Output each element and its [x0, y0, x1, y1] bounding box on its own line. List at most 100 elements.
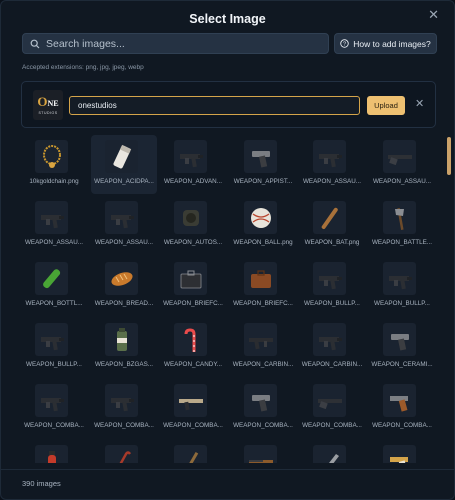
image-tile-label: WEAPON_BAT.png [304, 239, 360, 246]
image-tile-label: WEAPON_BULLP... [304, 300, 360, 307]
fire-extinguisher-icon [35, 445, 68, 463]
image-tile[interactable]: WEAPON_COMBA... [160, 379, 226, 438]
image-tile-label: WEAPON_BULLP... [374, 300, 430, 307]
smg-icon [35, 384, 68, 417]
close-icon[interactable]: ✕ [428, 7, 439, 23]
image-tile-label: WEAPON_COMBA... [233, 422, 293, 429]
onestudios-logo: ONE STUDIOS [33, 90, 63, 120]
image-tile[interactable]: WEAPON_COMBA... [21, 379, 87, 438]
image-tile-label: WEAPON_CARBIN... [301, 361, 363, 368]
image-tile[interactable] [160, 440, 226, 463]
image-tile-label: WEAPON_BRIEFC... [163, 300, 223, 307]
image-tile[interactable]: WEAPON_BREAD... [91, 257, 157, 316]
bat-icon [313, 201, 346, 234]
image-tile-label: 10kgoldchain.png [29, 178, 79, 185]
ball-icon [244, 201, 277, 234]
revolver-gold-icon [383, 445, 416, 463]
image-tile[interactable]: 10kgoldchain.png [21, 135, 87, 194]
image-tile[interactable]: WEAPON_COMBA... [369, 379, 435, 438]
smg-icon [383, 262, 416, 295]
image-tile[interactable]: WEAPON_ASSAU... [21, 196, 87, 255]
image-tile-label: WEAPON_BOTTL... [25, 300, 83, 307]
image-tile[interactable] [299, 440, 365, 463]
dagger-icon [174, 445, 207, 463]
image-tile[interactable]: WEAPON_ADVAN... [160, 135, 226, 194]
smg-icon [105, 384, 138, 417]
clear-icon[interactable]: ✕ [415, 97, 424, 110]
upload-button[interactable]: Upload [367, 96, 405, 115]
how-to-add-images-button[interactable]: ? How to add images? [334, 33, 437, 54]
crowbar-icon [105, 445, 138, 463]
image-tile-label: WEAPON_ACIDPA... [94, 178, 154, 185]
search-icon [30, 39, 40, 48]
image-tile-label: WEAPON_ASSAU... [94, 239, 154, 246]
image-tile-label: WEAPON_COMBA... [163, 422, 223, 429]
image-tile[interactable]: WEAPON_CANDY... [160, 318, 226, 377]
image-tile-label: WEAPON_COMBA... [94, 422, 154, 429]
bottle-icon [35, 262, 68, 295]
image-tile[interactable]: WEAPON_ASSAU... [91, 196, 157, 255]
image-tile[interactable] [91, 440, 157, 463]
image-tile[interactable]: WEAPON_APPIST... [230, 135, 296, 194]
smg-icon [35, 323, 68, 356]
bread-icon [105, 262, 138, 295]
image-name-input[interactable] [69, 96, 360, 115]
image-tile-label: WEAPON_COMBA... [302, 422, 362, 429]
briefcase-brown-icon [244, 262, 277, 295]
image-tile[interactable]: WEAPON_BRIEFC... [230, 257, 296, 316]
pistol-icon [244, 384, 277, 417]
gold-chain-icon [35, 140, 68, 173]
image-tile[interactable]: WEAPON_BRIEFC... [160, 257, 226, 316]
image-tile[interactable]: WEAPON_BAT.png [299, 196, 365, 255]
image-tile-label: WEAPON_BRIEFC... [233, 300, 293, 307]
image-tile[interactable]: WEAPON_ASSAU... [369, 135, 435, 194]
image-tile[interactable]: WEAPON_BULLP... [369, 257, 435, 316]
smg-icon [313, 140, 346, 173]
image-tile[interactable]: WEAPON_BZGAS... [91, 318, 157, 377]
upload-card: ONE STUDIOS Upload ✕ [21, 81, 436, 128]
image-tile-label: WEAPON_BALL.png [233, 239, 293, 246]
image-tile-label: WEAPON_CARBIN... [232, 361, 294, 368]
image-tile-label: WEAPON_BREAD... [94, 300, 154, 307]
image-tile-label: WEAPON_APPIST... [233, 178, 293, 185]
image-tile[interactable] [230, 440, 296, 463]
image-count: 390 images [22, 479, 61, 488]
shotgun-icon [383, 140, 416, 173]
search-box[interactable] [22, 33, 329, 54]
image-tile-label: WEAPON_CERAMI... [371, 361, 433, 368]
image-tile[interactable]: WEAPON_BALL.png [230, 196, 296, 255]
image-tile[interactable]: WEAPON_CARBIN... [299, 318, 365, 377]
image-tile-label: WEAPON_ASSAU... [24, 239, 84, 246]
shotgun-wood-icon [244, 445, 277, 463]
accepted-extensions-text: Accepted extensions: png, jpg, jpeg, web… [22, 64, 144, 71]
image-tile[interactable] [21, 440, 87, 463]
image-tile[interactable]: WEAPON_BULLP... [21, 318, 87, 377]
image-tile[interactable] [369, 440, 435, 463]
image-tile-label: WEAPON_CANDY... [164, 361, 222, 368]
image-tile[interactable]: WEAPON_COMBA... [91, 379, 157, 438]
scrollbar-thumb[interactable] [447, 137, 451, 175]
axe-icon [383, 201, 416, 234]
candy-cane-icon [174, 323, 207, 356]
pistol-icon [383, 323, 416, 356]
footer: 390 images [1, 469, 454, 499]
image-tile[interactable]: WEAPON_BOTTL... [21, 257, 87, 316]
image-tile[interactable]: WEAPON_ACIDPA... [91, 135, 157, 194]
image-tile[interactable]: WEAPON_CERAMI... [369, 318, 435, 377]
image-tile[interactable]: WEAPON_AUTOS... [160, 196, 226, 255]
dialog-title: Select Image [189, 12, 266, 26]
image-tile[interactable]: WEAPON_COMBA... [230, 379, 296, 438]
pistol-icon [244, 140, 277, 173]
image-tile[interactable]: WEAPON_BATTLE... [369, 196, 435, 255]
smg-icon [313, 323, 346, 356]
help-button-label: How to add images? [353, 38, 431, 49]
image-tile-label: WEAPON_BZGAS... [94, 361, 154, 368]
image-tile[interactable]: WEAPON_BULLP... [299, 257, 365, 316]
image-tile-label: WEAPON_BATTLE... [371, 239, 433, 246]
image-tile[interactable]: WEAPON_COMBA... [299, 379, 365, 438]
image-tile[interactable]: WEAPON_CARBIN... [230, 318, 296, 377]
grenade-launcher-icon [174, 201, 207, 234]
gas-canister-icon [105, 323, 138, 356]
search-input[interactable] [46, 37, 316, 50]
image-tile[interactable]: WEAPON_ASSAU... [299, 135, 365, 194]
